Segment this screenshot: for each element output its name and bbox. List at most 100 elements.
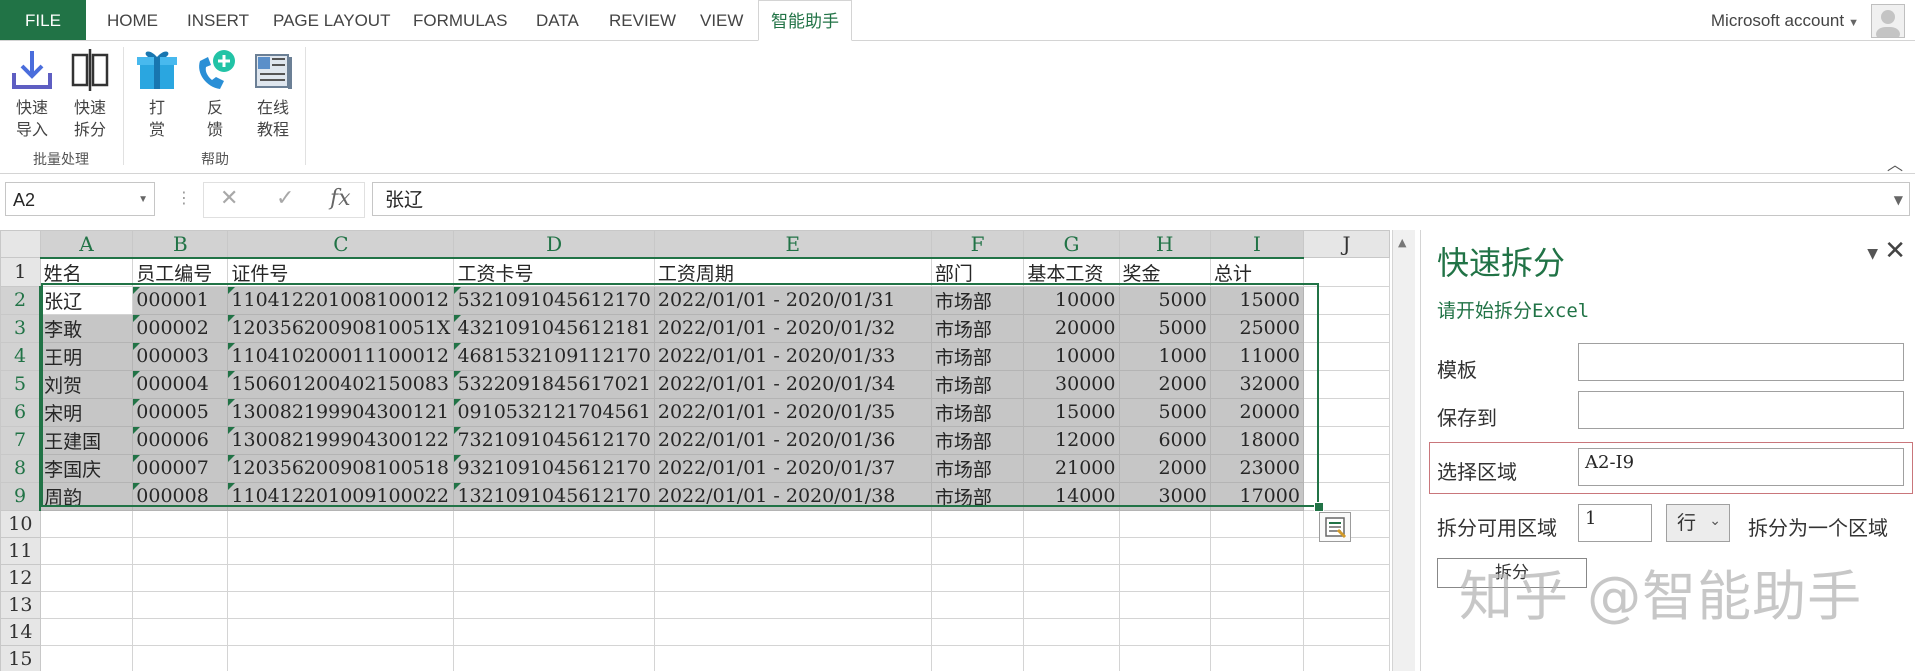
cell[interactable] [653, 644, 932, 671]
cell[interactable]: 总计 [1209, 257, 1304, 287]
cell[interactable]: 000002 [132, 313, 229, 343]
column-header-b[interactable]: B [132, 230, 229, 259]
row-header[interactable]: 2 [0, 285, 42, 315]
cell[interactable]: 2022/01/01 - 2020/01/32 [653, 313, 932, 343]
cell[interactable] [653, 590, 932, 619]
cell[interactable] [930, 644, 1025, 671]
cell[interactable] [132, 590, 229, 619]
cell[interactable]: 2022/01/01 - 2020/01/37 [653, 453, 932, 483]
cell[interactable] [1302, 285, 1390, 315]
cell[interactable] [1023, 509, 1120, 538]
avatar[interactable] [1871, 4, 1905, 38]
cell[interactable]: 5000 [1118, 285, 1211, 315]
cell[interactable] [39, 563, 134, 592]
column-header-f[interactable]: F [930, 230, 1025, 259]
cell[interactable]: 李敢 [39, 313, 134, 343]
cell[interactable]: 000008 [132, 481, 229, 511]
cell[interactable] [1302, 397, 1390, 427]
row-header[interactable]: 13 [0, 590, 41, 619]
cell[interactable] [132, 509, 229, 538]
cell[interactable]: 市场部 [930, 397, 1025, 427]
column-header-i[interactable]: I [1209, 230, 1304, 259]
cell[interactable]: 32000 [1209, 369, 1304, 399]
cell[interactable]: 110412201009100022 [227, 481, 455, 511]
cell[interactable]: 6000 [1118, 425, 1211, 455]
cell[interactable] [1302, 453, 1390, 483]
column-header-j[interactable]: J [1302, 230, 1390, 258]
split-count-input[interactable]: 1 [1578, 504, 1652, 542]
cell[interactable]: 000003 [132, 341, 229, 371]
cell[interactable] [453, 617, 655, 646]
tab-view[interactable]: VIEW [700, 0, 743, 40]
cell[interactable]: 110410200011100012 [227, 341, 455, 371]
row-header[interactable]: 7 [0, 425, 42, 455]
cell[interactable] [1302, 313, 1390, 343]
cell[interactable]: 10000 [1023, 285, 1120, 315]
cell[interactable] [1023, 563, 1120, 592]
cell[interactable]: 9321091045612170 [453, 453, 655, 483]
cell[interactable]: 15000 [1209, 285, 1304, 315]
cell[interactable] [1209, 617, 1304, 646]
cell[interactable] [1118, 617, 1211, 646]
tab-home[interactable]: HOME [107, 0, 158, 40]
tab-page-layout[interactable]: PAGE LAYOUT [273, 0, 390, 40]
cell[interactable]: 23000 [1209, 453, 1304, 483]
cell[interactable]: 000005 [132, 397, 229, 427]
save-to-input[interactable] [1578, 391, 1904, 429]
scroll-up-icon[interactable]: ▲ [1398, 236, 1406, 249]
cell[interactable] [930, 509, 1025, 538]
formula-input[interactable]: 张辽 ▼ [372, 182, 1910, 216]
cell[interactable]: 李国庆 [39, 453, 134, 483]
cell[interactable] [227, 509, 455, 538]
cell[interactable] [1118, 509, 1211, 538]
cell[interactable] [653, 563, 932, 592]
cell[interactable] [39, 509, 134, 538]
cell[interactable] [653, 509, 932, 538]
more-icon[interactable]: ⋮ [176, 188, 192, 207]
column-header-e[interactable]: E [653, 230, 932, 259]
cell[interactable]: 5000 [1118, 313, 1211, 343]
cell[interactable] [39, 590, 134, 619]
cell[interactable]: 3000 [1118, 481, 1211, 511]
cell[interactable]: 基本工资 [1023, 257, 1120, 287]
cell[interactable] [930, 617, 1025, 646]
cell[interactable] [930, 590, 1025, 619]
cell[interactable] [453, 644, 655, 671]
row-header[interactable]: 10 [0, 509, 41, 538]
cell[interactable]: 工资周期 [653, 257, 932, 287]
cell[interactable]: 5322091845617021 [453, 369, 655, 399]
cell[interactable]: 市场部 [930, 285, 1025, 315]
tab-formulas[interactable]: FORMULAS [413, 0, 507, 40]
reward-button[interactable]: 打 赏 [133, 47, 181, 141]
online-tutorial-button[interactable]: 在线 教程 [249, 47, 297, 141]
row-header[interactable]: 6 [0, 397, 42, 427]
column-header-g[interactable]: G [1023, 230, 1120, 259]
enter-icon[interactable]: ✓ [276, 186, 294, 211]
cell[interactable] [1302, 617, 1390, 646]
cell[interactable] [930, 563, 1025, 592]
cell[interactable]: 0910532121704561 [453, 397, 655, 427]
cell[interactable]: 2022/01/01 - 2020/01/35 [653, 397, 932, 427]
cell[interactable]: 证件号 [227, 257, 455, 287]
cell[interactable] [132, 563, 229, 592]
cell[interactable] [39, 644, 134, 671]
cell[interactable]: 工资卡号 [453, 257, 655, 287]
cell[interactable]: 5321091045612170 [453, 285, 655, 315]
cell[interactable]: 市场部 [930, 453, 1025, 483]
tab-file[interactable]: FILE [0, 0, 86, 40]
cell[interactable] [1118, 563, 1211, 592]
vertical-scrollbar[interactable]: ▲ [1392, 230, 1415, 671]
column-header-a[interactable]: A [39, 230, 134, 259]
cell[interactable]: 5000 [1118, 397, 1211, 427]
cell[interactable] [1209, 563, 1304, 592]
cell[interactable]: 2000 [1118, 453, 1211, 483]
cell[interactable] [930, 536, 1025, 565]
cell[interactable]: 110412201008100012 [227, 285, 455, 315]
cell[interactable] [1209, 590, 1304, 619]
pane-options-icon[interactable]: ▼ [1867, 246, 1878, 262]
row-header[interactable]: 1 [0, 257, 41, 287]
cell[interactable] [39, 617, 134, 646]
cell[interactable] [1209, 536, 1304, 565]
cell[interactable] [453, 590, 655, 619]
tab-data[interactable]: DATA [536, 0, 579, 40]
